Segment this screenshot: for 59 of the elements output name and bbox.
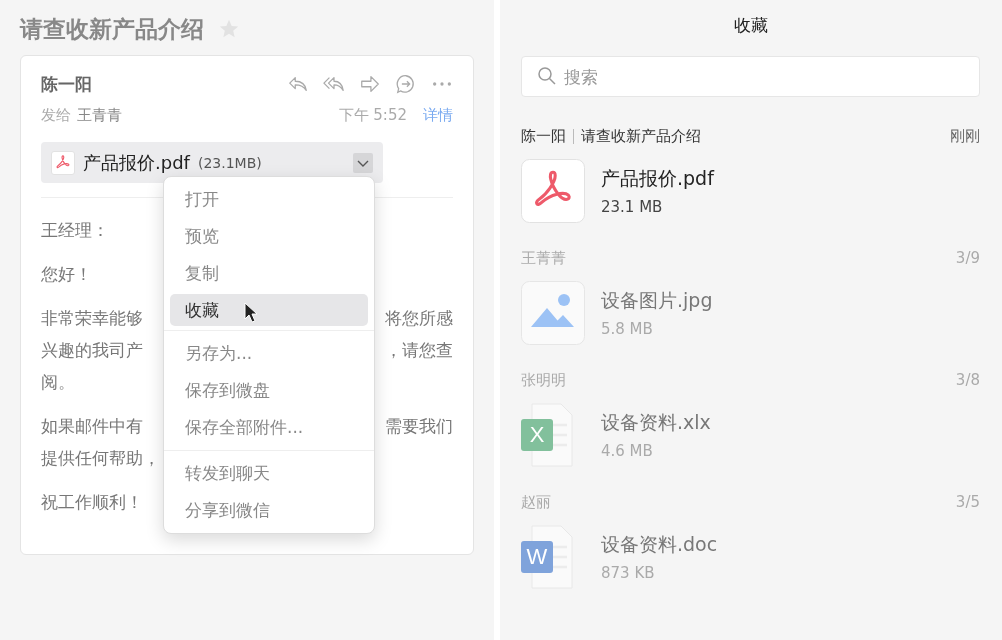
mouse-cursor-icon bbox=[244, 302, 260, 324]
mail-subject: 请查收新产品介绍 bbox=[581, 126, 701, 146]
sender-name: 张明明 bbox=[521, 370, 566, 390]
attachment-name: 产品报价.pdf bbox=[83, 150, 190, 175]
sender-name: 王菁菁 bbox=[521, 248, 566, 268]
attachment-dropdown-button[interactable] bbox=[353, 152, 373, 173]
recipient-label: 发给 bbox=[41, 105, 71, 125]
menu-item[interactable]: 打开 bbox=[170, 181, 368, 218]
body-text: 需要我们 bbox=[385, 415, 453, 438]
body-text: 将您所感 bbox=[385, 307, 453, 330]
file-size: 4.6 MB bbox=[601, 442, 654, 460]
mail-time: 下午 5:52 bbox=[338, 105, 407, 125]
mail-subject: 请查收新产品介绍 bbox=[20, 14, 204, 44]
menu-item[interactable]: 复制 bbox=[170, 255, 368, 292]
favorite-item[interactable]: W 设备资料.doc 873 KB bbox=[521, 525, 980, 589]
saved-time: 刚刚 bbox=[950, 126, 980, 146]
search-field[interactable]: 搜索 bbox=[521, 56, 980, 97]
file-name: 产品报价.pdf bbox=[601, 166, 714, 191]
body-text: 兴趣的我司产 bbox=[41, 339, 143, 362]
recipient-name: 王青青 bbox=[77, 105, 122, 125]
body-text: 祝工作顺利！ bbox=[41, 491, 143, 514]
favorite-item[interactable]: 设备图片.jpg 5.8 MB bbox=[521, 281, 980, 345]
body-text: 阅。 bbox=[41, 371, 75, 394]
saved-time: 3/8 bbox=[955, 371, 980, 389]
body-text: 王经理： bbox=[41, 219, 109, 242]
favorite-item[interactable]: X 设备资料.xlx 4.6 MB bbox=[521, 403, 980, 467]
saved-time: 3/5 bbox=[955, 493, 980, 511]
file-size: 5.8 MB bbox=[601, 320, 654, 338]
image-file-icon bbox=[521, 281, 585, 345]
panel-title: 收藏 bbox=[732, 14, 769, 37]
body-text: 非常荣幸能够 bbox=[41, 307, 143, 330]
saved-time: 3/9 bbox=[955, 249, 980, 267]
file-name: 设备资料.xlx bbox=[601, 410, 711, 435]
menu-item[interactable]: 保存到微盘 bbox=[170, 372, 368, 409]
attachment-size: (23.1MB) bbox=[197, 154, 262, 171]
favorite-item[interactable]: 产品报价.pdf 23.1 MB bbox=[521, 159, 980, 223]
file-name: 设备图片.jpg bbox=[601, 288, 713, 313]
menu-item[interactable]: 收藏 bbox=[170, 294, 368, 326]
pdf-file-icon bbox=[51, 150, 75, 175]
menu-item[interactable]: 保存全部附件... bbox=[170, 409, 368, 446]
file-size: 873 KB bbox=[601, 564, 656, 582]
chat-forward-icon[interactable] bbox=[395, 73, 417, 95]
menu-item[interactable]: 分享到微信 bbox=[170, 492, 368, 529]
search-icon bbox=[537, 66, 557, 86]
forward-icon[interactable] bbox=[359, 73, 381, 95]
menu-item[interactable]: 另存为... bbox=[170, 335, 368, 372]
body-text: ，请您查 bbox=[385, 339, 453, 362]
sender-name: 陈一阳 bbox=[41, 72, 92, 96]
body-text: 您好！ bbox=[41, 263, 92, 286]
body-text: 提供任何帮助， bbox=[41, 447, 160, 470]
menu-item[interactable]: 预览 bbox=[170, 218, 368, 255]
pdf-file-icon bbox=[521, 159, 585, 223]
file-name: 设备资料.doc bbox=[601, 532, 718, 557]
sender-name: 赵丽 bbox=[521, 492, 551, 512]
body-text: 如果邮件中有 bbox=[41, 415, 143, 438]
menu-item[interactable]: 转发到聊天 bbox=[170, 455, 368, 492]
details-link[interactable]: 详情 bbox=[423, 105, 453, 125]
file-size: 23.1 MB bbox=[601, 198, 664, 216]
sender-name: 陈一阳 bbox=[521, 126, 566, 146]
